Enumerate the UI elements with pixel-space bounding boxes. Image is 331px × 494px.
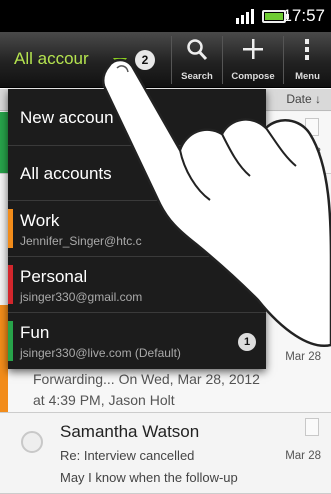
email-date: Mar 28 bbox=[285, 147, 321, 159]
menu-item-all-accounts[interactable]: All accounts bbox=[8, 146, 266, 201]
menu-item-label: All accounts bbox=[20, 164, 112, 183]
plus-icon bbox=[243, 39, 263, 59]
menu-item-label: New accoun bbox=[20, 108, 114, 127]
menu-item-new-account[interactable]: New accoun bbox=[8, 89, 266, 146]
account-color-bar bbox=[8, 209, 13, 248]
signal-strength-icon bbox=[236, 9, 254, 24]
unread-count-badge: 1 bbox=[238, 333, 256, 351]
email-sender: Samantha Watson bbox=[60, 422, 200, 441]
account-name: Fun bbox=[20, 323, 50, 342]
account-email: Jennifer_Singer@htc.c bbox=[20, 234, 142, 248]
account-name: Personal bbox=[20, 267, 88, 286]
email-date: Mar 28 bbox=[285, 351, 321, 363]
search-button[interactable]: Search bbox=[172, 32, 222, 88]
sort-by-date-label: Date ↓ bbox=[286, 92, 321, 106]
account-name: Work bbox=[20, 211, 60, 230]
email-row[interactable]: Samantha Watson Re: Interview cancelled … bbox=[0, 414, 331, 494]
account-selector[interactable]: All accour 2 bbox=[0, 32, 168, 88]
account-color-bar bbox=[8, 265, 13, 304]
search-icon bbox=[187, 39, 208, 61]
account-color-bar bbox=[8, 321, 13, 361]
email-date: Mar 28 bbox=[285, 450, 321, 462]
email-subject: Re: Interview cancelled bbox=[60, 448, 195, 463]
account-color-bar bbox=[0, 112, 8, 173]
compose-label: Compose bbox=[231, 71, 275, 82]
email-preview: at 4:39 PM, Jason Holt bbox=[33, 392, 175, 408]
search-label: Search bbox=[181, 71, 213, 82]
compose-button[interactable]: Compose bbox=[223, 32, 283, 88]
email-preview: May I know when the follow-up bbox=[60, 470, 238, 485]
menu-item-personal[interactable]: Personal jsinger330@gmail.com bbox=[8, 257, 266, 313]
account-selector-label: All accour bbox=[14, 49, 89, 68]
flag-icon[interactable] bbox=[305, 418, 319, 436]
checkbox-icon[interactable] bbox=[21, 431, 43, 453]
email-preview: Forwarding... On Wed, Mar 28, 2012 bbox=[33, 371, 260, 387]
account-email: jsinger330@live.com (Default) bbox=[20, 346, 181, 360]
status-time: 17:57 bbox=[282, 6, 325, 25]
menu-dots-icon bbox=[305, 39, 309, 60]
flag-icon[interactable] bbox=[305, 118, 319, 136]
account-color-bar bbox=[0, 305, 8, 412]
action-bar: All accour 2 Search Compose Menu bbox=[0, 32, 331, 88]
menu-item-fun[interactable]: Fun jsinger330@live.com (Default) 1 bbox=[8, 313, 266, 369]
account-email: jsinger330@gmail.com bbox=[20, 290, 143, 304]
status-bar: 17:57 bbox=[0, 0, 331, 32]
unread-count-badge: 2 bbox=[135, 50, 155, 70]
accounts-dropdown-menu: New accoun All accounts Work Jennifer_Si… bbox=[8, 89, 266, 369]
menu-item-work[interactable]: Work Jennifer_Singer@htc.c bbox=[8, 201, 266, 257]
dropdown-arrow-icon bbox=[113, 58, 127, 67]
menu-label: Menu bbox=[295, 71, 320, 82]
menu-button[interactable]: Menu bbox=[284, 32, 331, 88]
